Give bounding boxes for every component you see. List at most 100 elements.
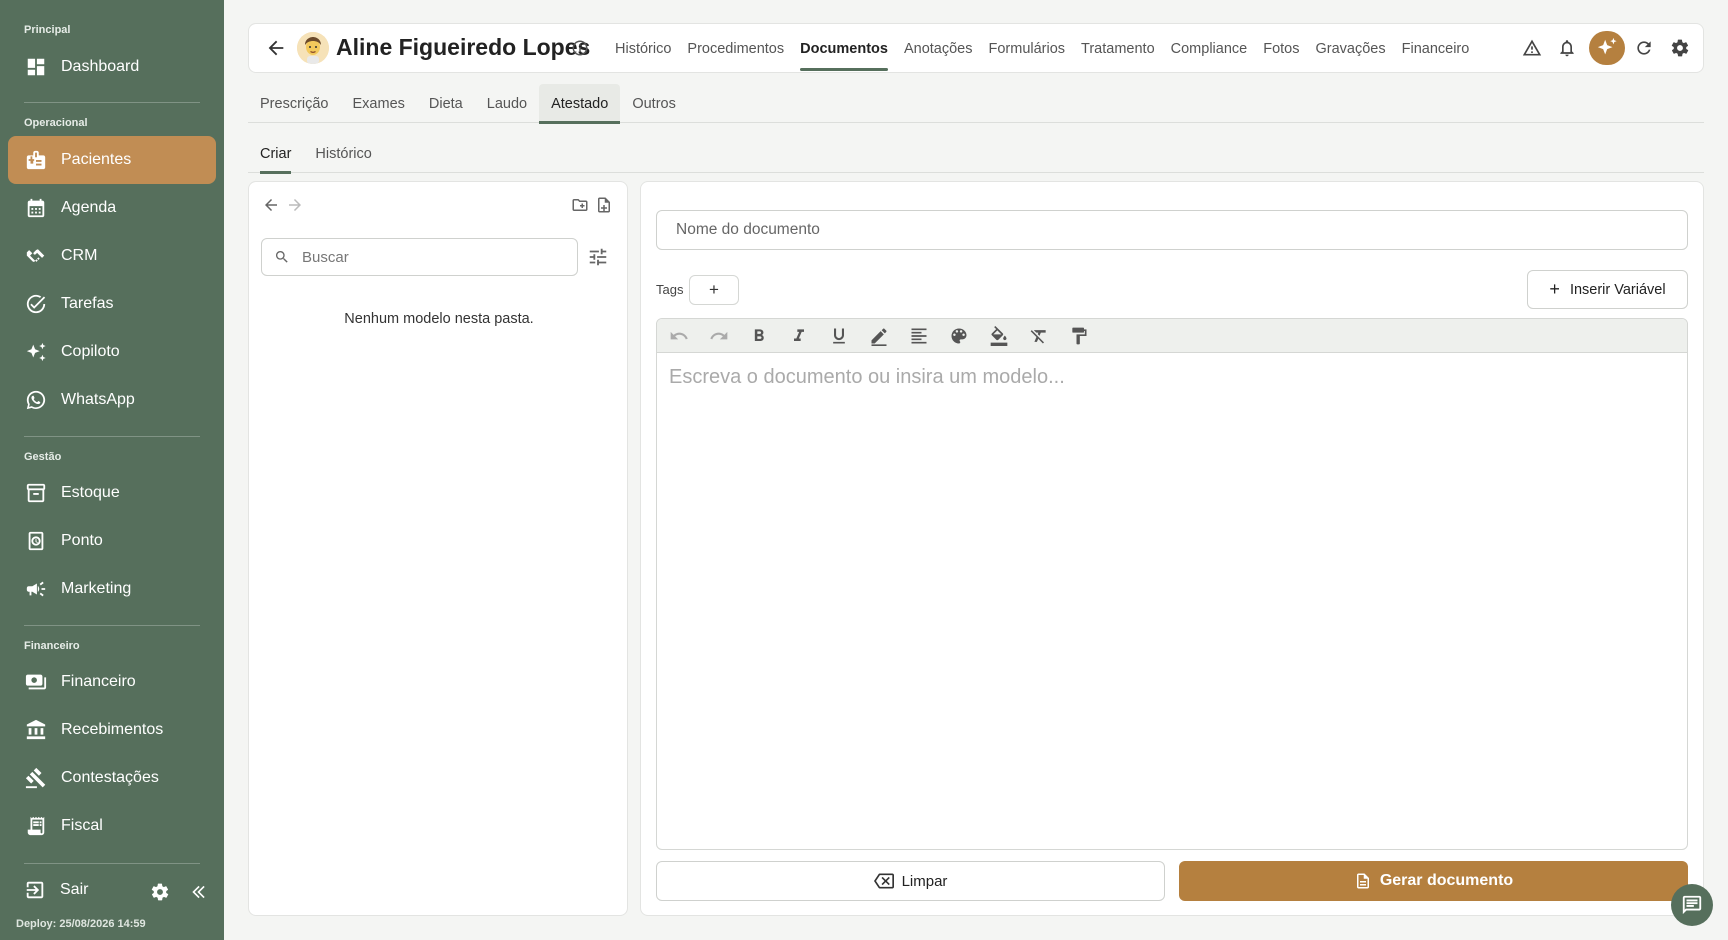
- add-tag-button[interactable]: +: [689, 275, 739, 305]
- patient-name: Aline Figueiredo Lopes: [336, 34, 591, 60]
- gavel-icon: [25, 767, 47, 789]
- clear-format-icon[interactable]: [1025, 323, 1053, 349]
- sidebar-item-financeiro[interactable]: Financeiro: [8, 658, 216, 706]
- tab-documentos[interactable]: Documentos: [800, 24, 888, 74]
- tab-tratamento[interactable]: Tratamento: [1081, 24, 1155, 74]
- clear-button[interactable]: Limpar: [656, 861, 1165, 901]
- sidebar-item-whatsapp[interactable]: WhatsApp: [8, 376, 216, 424]
- tab-laudo[interactable]: Laudo: [475, 84, 539, 123]
- editor-toolbar: [657, 319, 1687, 353]
- search-input[interactable]: [302, 248, 562, 266]
- bell-icon[interactable]: [1556, 37, 1578, 59]
- tab-atestado[interactable]: Atestado: [539, 84, 621, 124]
- nav-back-icon[interactable]: [262, 196, 280, 214]
- tab-fotos[interactable]: Fotos: [1263, 24, 1299, 74]
- tags-label: Tags: [656, 282, 684, 297]
- settings-gear-icon[interactable]: [150, 882, 170, 902]
- sidebar-item-fiscal[interactable]: Fiscal: [8, 802, 216, 850]
- back-arrow-icon[interactable]: [265, 37, 287, 59]
- fill-color-icon[interactable]: [985, 323, 1013, 349]
- plus-icon: +: [1549, 279, 1560, 299]
- tab-dieta[interactable]: Dieta: [417, 84, 475, 123]
- sidebar-item-label: CRM: [61, 247, 98, 264]
- redo-icon[interactable]: [705, 323, 733, 349]
- sidebar-item-dashboard[interactable]: Dashboard: [8, 43, 216, 91]
- document-name-input[interactable]: [656, 210, 1688, 250]
- megaphone-icon: [25, 578, 47, 600]
- sidebar-item-estoque[interactable]: Estoque: [8, 469, 216, 517]
- tab-criar[interactable]: Criar: [248, 134, 303, 174]
- insert-variable-button[interactable]: + Inserir Variável: [1527, 270, 1688, 309]
- sidebar-item-label: Dashboard: [61, 58, 140, 75]
- generate-document-button[interactable]: Gerar documento: [1179, 861, 1688, 901]
- undo-icon[interactable]: [665, 323, 693, 349]
- sidebar-item-contestacoes[interactable]: Contestações: [8, 754, 216, 802]
- sidebar-item-pacientes[interactable]: Pacientes: [8, 136, 216, 184]
- copilot-sparkles-button[interactable]: [1589, 31, 1625, 65]
- bold-icon[interactable]: [745, 323, 773, 349]
- new-folder-icon[interactable]: [571, 196, 589, 214]
- sidebar-item-ponto[interactable]: Ponto: [8, 517, 216, 565]
- warning-icon[interactable]: [1521, 37, 1543, 59]
- collapse-sidebar-icon[interactable]: [190, 882, 210, 902]
- italic-icon[interactable]: [785, 323, 813, 349]
- sidebar-item-tarefas[interactable]: Tarefas: [8, 280, 216, 328]
- section-label-principal: Principal: [24, 24, 71, 36]
- filter-tune-icon[interactable]: [587, 246, 609, 268]
- tab-formularios[interactable]: Formulários: [988, 24, 1065, 74]
- money-icon: [25, 671, 47, 693]
- chat-icon: [1682, 895, 1702, 915]
- align-left-icon[interactable]: [905, 323, 933, 349]
- tab-historico[interactable]: Histórico: [615, 24, 671, 74]
- tab-financeiro[interactable]: Financeiro: [1402, 24, 1470, 74]
- empty-templates-message: Nenhum modelo nesta pasta.: [344, 311, 534, 327]
- refresh-icon[interactable]: [1633, 37, 1655, 59]
- sidebar-item-crm[interactable]: CRM: [8, 232, 216, 280]
- rich-text-editor: Escreva o documento ou insira um modelo.…: [656, 318, 1688, 850]
- tab-prescricao[interactable]: Prescrição: [248, 84, 341, 123]
- templates-panel: Nenhum modelo nesta pasta.: [248, 181, 628, 916]
- generate-label: Gerar documento: [1379, 872, 1514, 889]
- backspace-icon: [873, 873, 894, 889]
- sidebar-item-recebimentos[interactable]: Recebimentos: [8, 706, 216, 754]
- clear-label: Limpar: [901, 872, 948, 890]
- tab-anotacoes[interactable]: Anotações: [904, 24, 973, 74]
- palette-icon[interactable]: [945, 323, 973, 349]
- tab-gravacoes[interactable]: Gravações: [1315, 24, 1385, 74]
- whatsapp-icon: [25, 389, 47, 411]
- tab-outros[interactable]: Outros: [620, 84, 688, 123]
- tab-compliance[interactable]: Compliance: [1171, 24, 1248, 74]
- sidebar-item-marketing[interactable]: Marketing: [8, 565, 216, 613]
- underline-icon[interactable]: [825, 323, 853, 349]
- sidebar-item-label: WhatsApp: [61, 391, 135, 408]
- patient-header: Aline Figueiredo Lopes Histórico Procedi…: [248, 23, 1704, 73]
- chat-bubble-button[interactable]: [1671, 884, 1713, 926]
- sidebar-item-label: Contestações: [61, 769, 159, 786]
- search-box: [261, 238, 578, 276]
- divider: [24, 436, 200, 437]
- gear-icon[interactable]: [1669, 37, 1691, 59]
- calendar-icon: [25, 197, 47, 219]
- tab-historico-documentos[interactable]: Histórico: [303, 134, 383, 173]
- highlight-pen-icon[interactable]: [865, 323, 893, 349]
- tab-exames[interactable]: Exames: [341, 84, 417, 123]
- handshake-icon: [25, 245, 47, 267]
- deploy-info: Deploy: 25/08/2026 14:59: [16, 918, 146, 930]
- document-type-tabs: Prescrição Exames Dieta Laudo Atestado O…: [248, 84, 1704, 124]
- sidebar-item-copiloto[interactable]: Copiloto: [8, 328, 216, 376]
- sidebar-item-agenda[interactable]: Agenda: [8, 184, 216, 232]
- format-paint-icon[interactable]: [1065, 323, 1093, 349]
- search-icon: [276, 251, 288, 263]
- nav-forward-icon[interactable]: [286, 196, 304, 214]
- tab-procedimentos[interactable]: Procedimentos: [687, 24, 784, 74]
- new-document-icon[interactable]: [595, 196, 613, 214]
- sidebar-item-label: Pacientes: [61, 151, 132, 168]
- avatar: [297, 32, 329, 64]
- sidebar-item-label: Financeiro: [61, 673, 136, 690]
- logout-label: Sair: [60, 881, 89, 898]
- editor-content[interactable]: Escreva o documento ou insira um modelo.…: [657, 353, 1687, 402]
- logout-button[interactable]: Sair: [24, 879, 88, 901]
- section-label-financeiro: Financeiro: [24, 640, 80, 652]
- info-icon[interactable]: [571, 39, 589, 57]
- sidebar-item-label: Estoque: [61, 484, 120, 501]
